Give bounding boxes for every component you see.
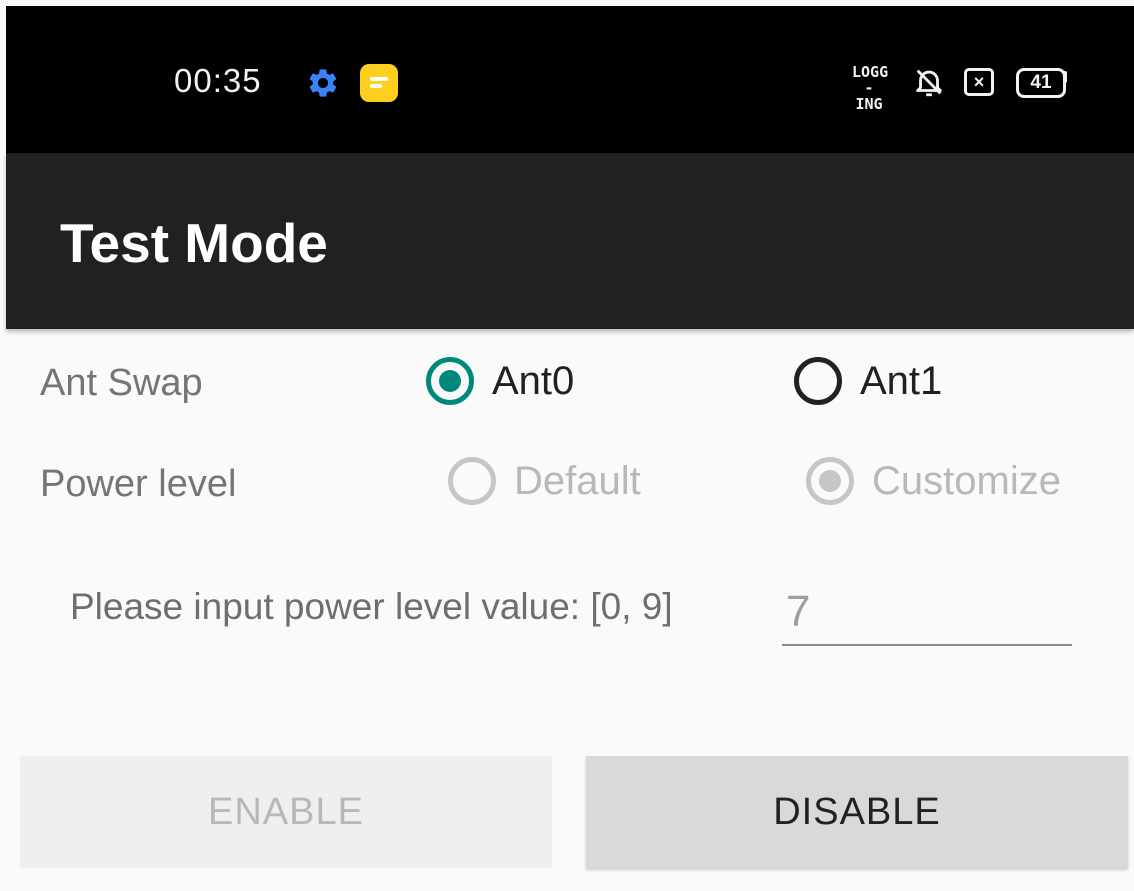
status-time: 00:35 — [174, 62, 262, 99]
customize-radio-circle[interactable] — [806, 457, 854, 505]
battery-level: 41 — [1030, 72, 1052, 93]
ant-swap-label: Ant Swap — [40, 362, 203, 404]
ant1-radio[interactable]: Ant1 — [794, 357, 942, 405]
page-title: Test Mode — [60, 212, 328, 274]
screen: 00:35 LOGG -ING × 41 Test Mode Ant Swap … — [0, 0, 1134, 891]
customize-radio-label: Customize — [872, 458, 1061, 503]
default-radio-circle[interactable] — [448, 457, 496, 505]
messages-app-icon — [360, 64, 398, 102]
ant1-radio-label: Ant1 — [860, 358, 943, 403]
status-bar: 00:35 LOGG -ING × 41 — [6, 6, 1134, 153]
ant0-radio-circle[interactable] — [426, 357, 474, 405]
enable-button[interactable]: ENABLE — [20, 756, 552, 868]
battery-icon: 41 — [1016, 68, 1066, 98]
battery-tip — [1063, 71, 1067, 83]
settings-gear-icon — [309, 69, 337, 97]
close-box-icon: × — [964, 68, 994, 96]
action-bar: Test Mode — [6, 153, 1134, 329]
disable-button[interactable]: DISABLE — [586, 756, 1128, 868]
default-radio-label: Default — [514, 458, 641, 503]
power-level-prompt: Please input power level value: [0, 9] — [70, 586, 673, 627]
ant1-radio-circle[interactable] — [794, 357, 842, 405]
bell-off-icon — [916, 69, 942, 97]
ant0-radio[interactable]: Ant0 — [426, 357, 574, 405]
logging-icon: LOGG -ING — [852, 63, 889, 113]
ant0-radio-label: Ant0 — [492, 358, 575, 403]
power-level-label: Power level — [40, 463, 237, 505]
default-radio[interactable]: Default — [448, 457, 641, 505]
power-level-input[interactable] — [782, 580, 1072, 646]
customize-radio[interactable]: Customize — [806, 457, 1061, 505]
